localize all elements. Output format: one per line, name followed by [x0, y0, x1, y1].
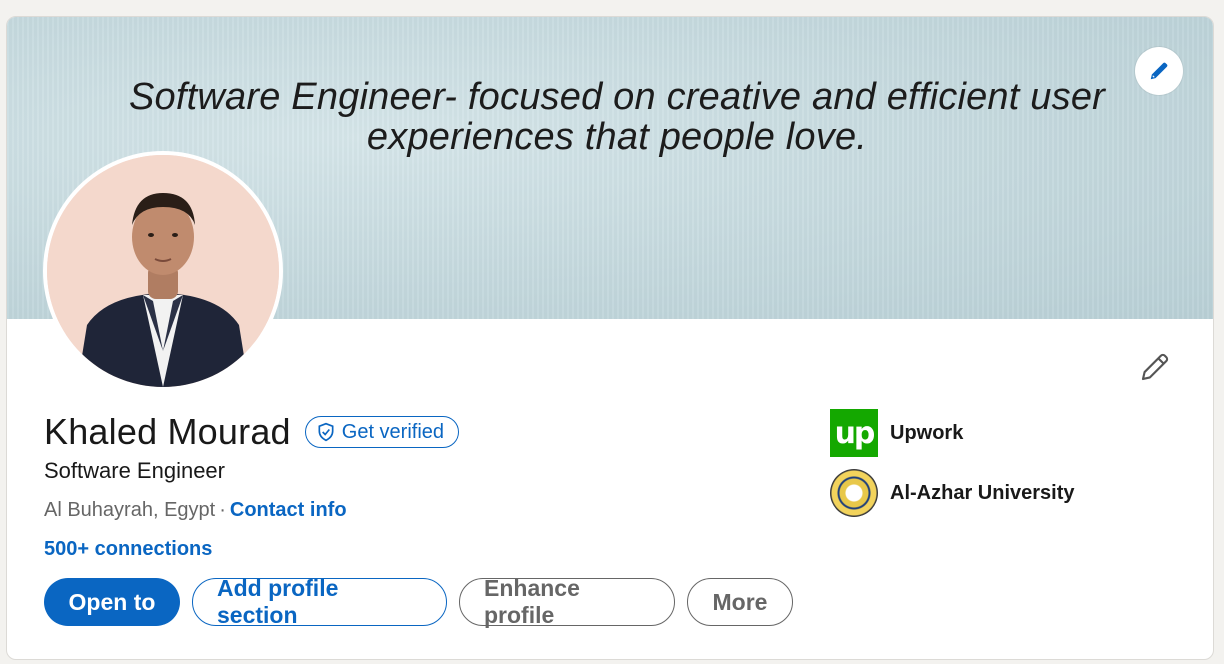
edit-intro-button[interactable] [1135, 347, 1175, 387]
banner-line-1: Software Engineer- focused on creative a… [128, 76, 1106, 118]
org-upwork[interactable]: up Upwork [830, 409, 1075, 457]
profile-name: Khaled Mourad [44, 411, 291, 452]
banner-line-2: experiences that people love. [366, 116, 868, 158]
add-profile-section-button[interactable]: Add profile section [192, 575, 447, 628]
connections-link[interactable]: 500+ connections [44, 538, 212, 561]
org-al-azhar[interactable]: Al-Azhar University [830, 469, 1075, 517]
org-name: Al-Azhar University [890, 481, 1075, 504]
contact-info-link[interactable]: Contact info [230, 499, 347, 521]
profile-location: Al Buhayrah, Egypt [44, 499, 216, 521]
separator-dot: · [219, 499, 226, 521]
get-verified-button[interactable]: Get verified [304, 416, 460, 448]
get-verified-label: Get verified [341, 420, 445, 443]
enhance-profile-button[interactable]: Enhance profile [459, 575, 675, 628]
profile-headline: Software Engineer [44, 458, 225, 483]
open-to-button[interactable]: Open to [44, 578, 180, 626]
profile-card: Software Engineer- focused on creative a… [6, 16, 1214, 660]
more-button[interactable]: More [687, 578, 793, 626]
banner-text: Software Engineer- focused on creative a… [77, 77, 1157, 157]
experience-education-list: up Upwork Al-Azhar University [830, 409, 1075, 529]
location-row: Al Buhayrah, Egypt · Contact info [44, 499, 347, 522]
name-row: Khaled Mourad Get verified [44, 411, 460, 453]
profile-actions: Open to Add profile section Enhance prof… [44, 575, 793, 628]
avatar-image [47, 155, 279, 387]
shield-check-icon [318, 422, 334, 442]
al-azhar-logo [830, 469, 878, 517]
pencil-icon [1141, 353, 1169, 381]
upwork-logo: up [830, 409, 878, 457]
org-name: Upwork [890, 421, 964, 444]
profile-photo[interactable] [43, 151, 283, 391]
edit-banner-button[interactable] [1135, 47, 1183, 95]
pencil-icon [1150, 62, 1168, 80]
